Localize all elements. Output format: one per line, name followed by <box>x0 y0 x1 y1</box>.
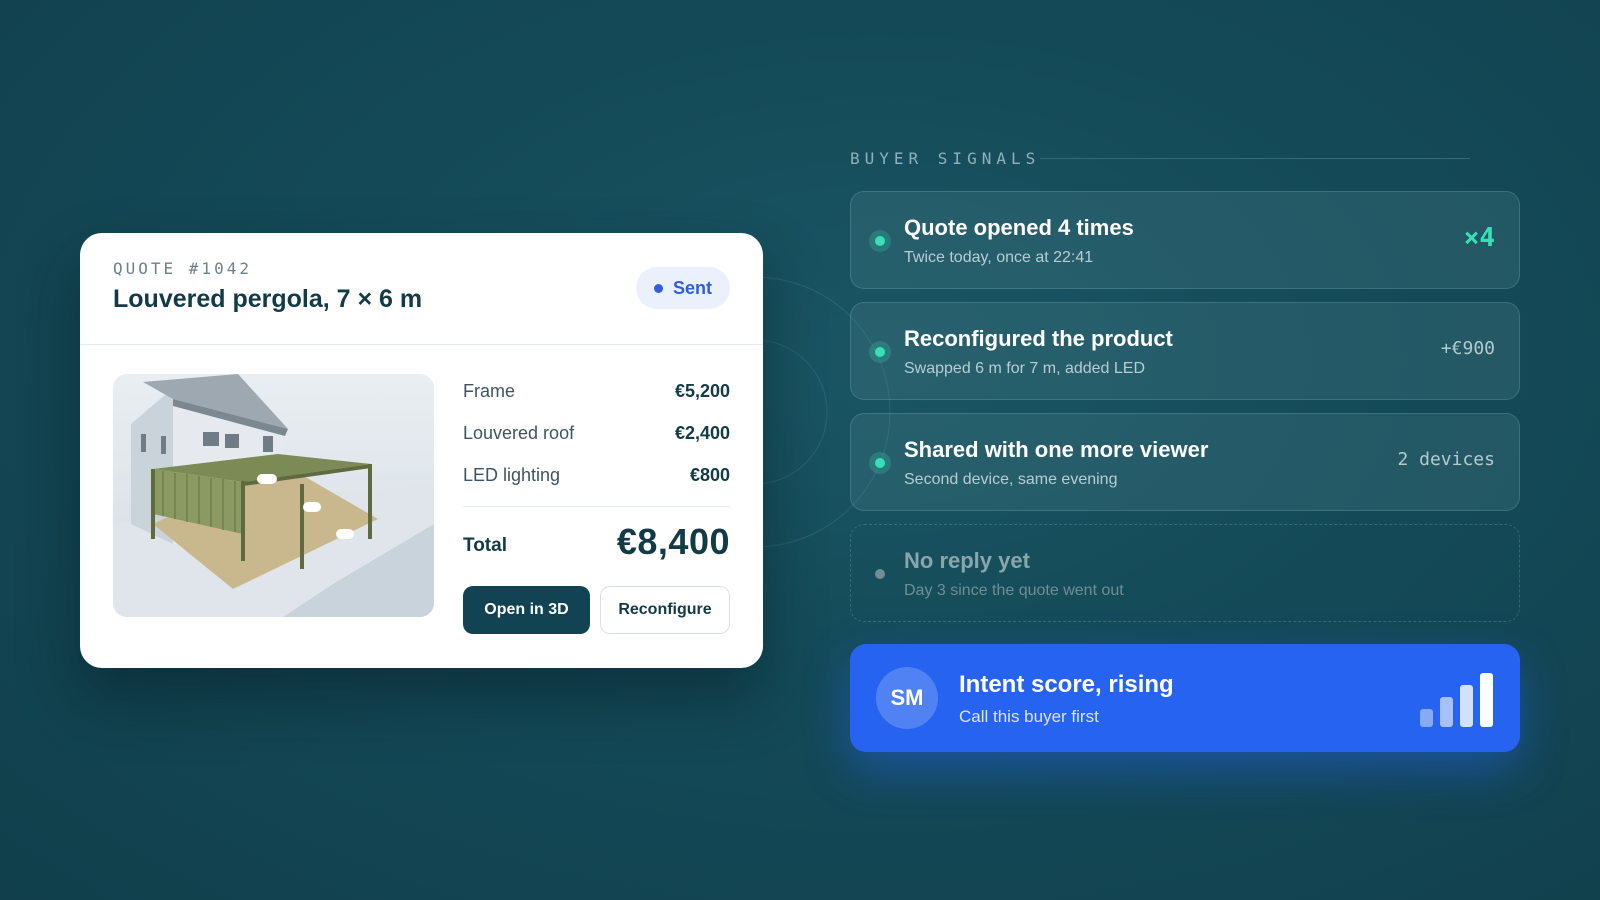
signal-status-icon <box>869 230 891 252</box>
signals-heading-rule <box>1040 158 1470 159</box>
status-badge: Sent <box>635 267 730 309</box>
signal-card[interactable]: Quote opened 4 times Twice today, once a… <box>850 191 1520 289</box>
total-value: €8,400 <box>616 521 730 562</box>
line-item: LED lighting €800 <box>463 454 730 496</box>
intent-bar <box>1440 697 1453 727</box>
signal-status-icon <box>869 341 891 363</box>
intent-bar <box>1460 685 1473 727</box>
signal-subtitle: Second device, same evening <box>904 471 1118 488</box>
pergola-render-image <box>113 374 434 617</box>
line-items: Frame €5,200 Louvered roof €2,400 LED li… <box>463 370 730 563</box>
quote-id: QUOTE #1042 <box>113 259 252 278</box>
signal-title: No reply yet <box>904 548 1030 573</box>
line-item: Louvered roof €2,400 <box>463 412 730 454</box>
line-item-price: €800 <box>689 464 730 485</box>
intent-score-card[interactable]: SM Intent score, rising Call this buyer … <box>850 644 1520 752</box>
signal-status-icon <box>869 563 891 585</box>
reconfigure-button[interactable]: Reconfigure <box>600 586 730 634</box>
signal-subtitle: Twice today, once at 22:41 <box>904 249 1094 266</box>
signal-subtitle: Day 3 since the quote went out <box>904 582 1124 599</box>
quote-header: QUOTE #1042 Louvered pergola, 7 × 6 m Se… <box>80 233 763 345</box>
open-in-3d-button[interactable]: Open in 3D <box>463 586 590 634</box>
quote-card: QUOTE #1042 Louvered pergola, 7 × 6 m Se… <box>80 233 763 668</box>
total-row: Total €8,400 <box>463 521 730 563</box>
pergola-3d-preview[interactable] <box>113 374 434 617</box>
intent-bar <box>1420 709 1433 727</box>
quote-actions: Open in 3D Reconfigure <box>463 586 730 634</box>
signal-title: Shared with one more viewer <box>904 437 1209 462</box>
signal-badge: 2 devices <box>1397 449 1495 470</box>
signal-card-pending[interactable]: No reply yet Day 3 since the quote went … <box>850 524 1520 622</box>
signal-card[interactable]: Shared with one more viewer Second devic… <box>850 413 1520 511</box>
line-item-price: €2,400 <box>674 422 730 443</box>
intent-bar <box>1480 673 1493 727</box>
intent-subtitle: Call this buyer first <box>959 707 1099 726</box>
line-item-label: LED lighting <box>463 464 561 485</box>
line-items-divider <box>463 506 730 507</box>
signal-title: Reconfigured the product <box>904 326 1173 351</box>
signal-subtitle: Swapped 6 m for 7 m, added LED <box>904 360 1146 377</box>
signal-badge: ×4 <box>1463 223 1495 253</box>
signal-title: Quote opened 4 times <box>904 215 1134 240</box>
signal-card[interactable]: Reconfigured the product Swapped 6 m for… <box>850 302 1520 400</box>
line-item: Frame €5,200 <box>463 370 730 412</box>
signal-badge: +€900 <box>1440 338 1495 359</box>
signal-status-icon <box>869 452 891 474</box>
buyer-avatar: SM <box>876 667 938 729</box>
signals-heading: BUYER SIGNALS <box>850 149 1041 168</box>
signal-strength-icon <box>1420 673 1493 727</box>
line-item-label: Frame <box>463 380 516 401</box>
intent-title: Intent score, rising <box>959 671 1174 698</box>
status-dot-icon <box>653 283 663 293</box>
quote-title: Louvered pergola, 7 × 6 m <box>113 285 423 313</box>
status-label: Sent <box>672 277 712 298</box>
line-item-label: Louvered roof <box>463 422 575 443</box>
total-label: Total <box>463 535 507 556</box>
line-item-price: €5,200 <box>674 380 730 401</box>
